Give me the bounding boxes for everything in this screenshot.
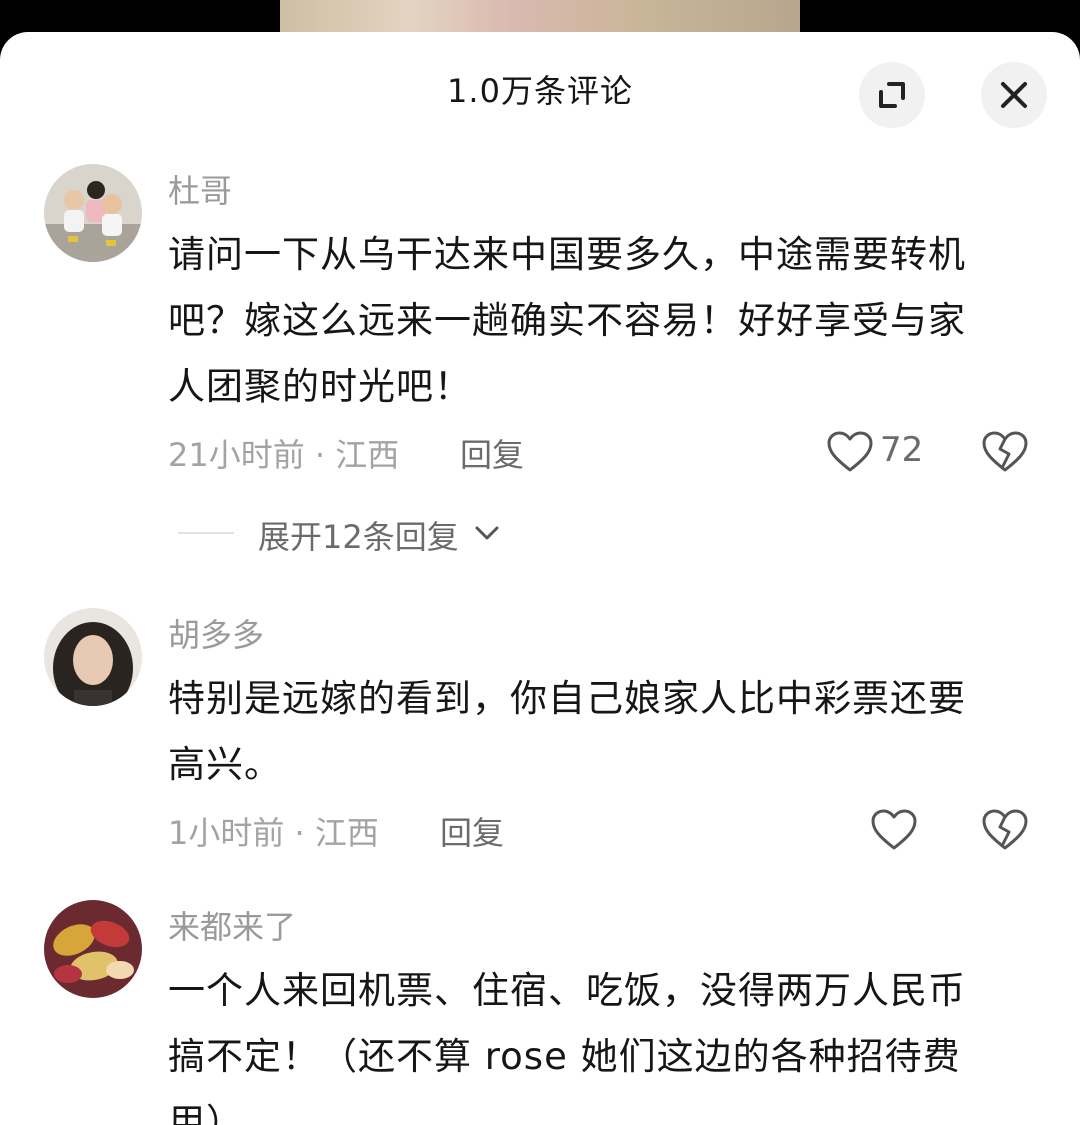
comment-text: 请问一下从乌干达来中国要多久，中途需要转机 吧？嫁这么远来一趟确实不容易！好好享… xyxy=(168,222,1048,420)
comment-time-location: 1小时前 · 江西 xyxy=(168,814,379,852)
avatar[interactable] xyxy=(44,164,142,262)
broken-heart-icon[interactable] xyxy=(981,430,1029,474)
heart-icon[interactable] xyxy=(826,430,874,474)
comment-username[interactable]: 胡多多 xyxy=(168,610,264,656)
broken-heart-icon[interactable] xyxy=(981,808,1029,852)
reply-button[interactable]: 回复 xyxy=(440,808,504,854)
expand-button[interactable] xyxy=(859,62,925,128)
avatar[interactable] xyxy=(44,900,142,998)
comment-text: 一个人来回机票、住宿、吃饭，没得两万人民币 搞不定！（还不算 rose 她们这边… xyxy=(168,958,1048,1125)
comment-username[interactable]: 来都来了 xyxy=(168,902,296,948)
close-icon xyxy=(1001,82,1027,108)
comment-line: 请问一下从乌干达来中国要多久，中途需要转机 xyxy=(168,233,966,276)
chevron-down-icon xyxy=(475,526,499,540)
comment-line: 高兴。 xyxy=(168,743,282,786)
divider-line xyxy=(178,532,234,534)
comment-username[interactable]: 杜哥 xyxy=(168,166,232,212)
avatar-candy-photo xyxy=(44,900,142,998)
avatar-woman-photo xyxy=(44,608,142,706)
expand-icon xyxy=(879,82,905,108)
expand-replies-label: 展开12条回复 xyxy=(258,518,459,556)
comment-line: 吧？嫁这么远来一趟确实不容易！好好享受与家 xyxy=(168,299,966,342)
comment-line: 人团聚的时光吧！ xyxy=(168,365,472,408)
like-count: 72 xyxy=(880,430,924,470)
heart-icon[interactable] xyxy=(870,808,918,852)
comment-time-location: 21小时前 · 江西 xyxy=(168,436,400,474)
comment-line: 用） xyxy=(168,1101,244,1125)
close-button[interactable] xyxy=(981,62,1047,128)
comment-line: 特别是远嫁的看到，你自己娘家人比中彩票还要 xyxy=(168,677,966,720)
comment-line: 搞不定！（还不算 rose 她们这边的各种招待费 xyxy=(168,1035,961,1078)
avatar-children-photo xyxy=(44,164,142,262)
comment-text: 特别是远嫁的看到，你自己娘家人比中彩票还要 高兴。 xyxy=(168,666,1048,798)
avatar[interactable] xyxy=(44,608,142,706)
reply-button[interactable]: 回复 xyxy=(460,430,524,476)
comment-line: 一个人来回机票、住宿、吃饭，没得两万人民币 xyxy=(168,969,966,1012)
comments-sheet: 1.0万条评论 杜哥 请问一下从乌干达来中国要多久，中途需要转机 吧？嫁这么远来… xyxy=(0,32,1080,1125)
expand-replies-button[interactable]: 展开12条回复 xyxy=(178,512,518,556)
